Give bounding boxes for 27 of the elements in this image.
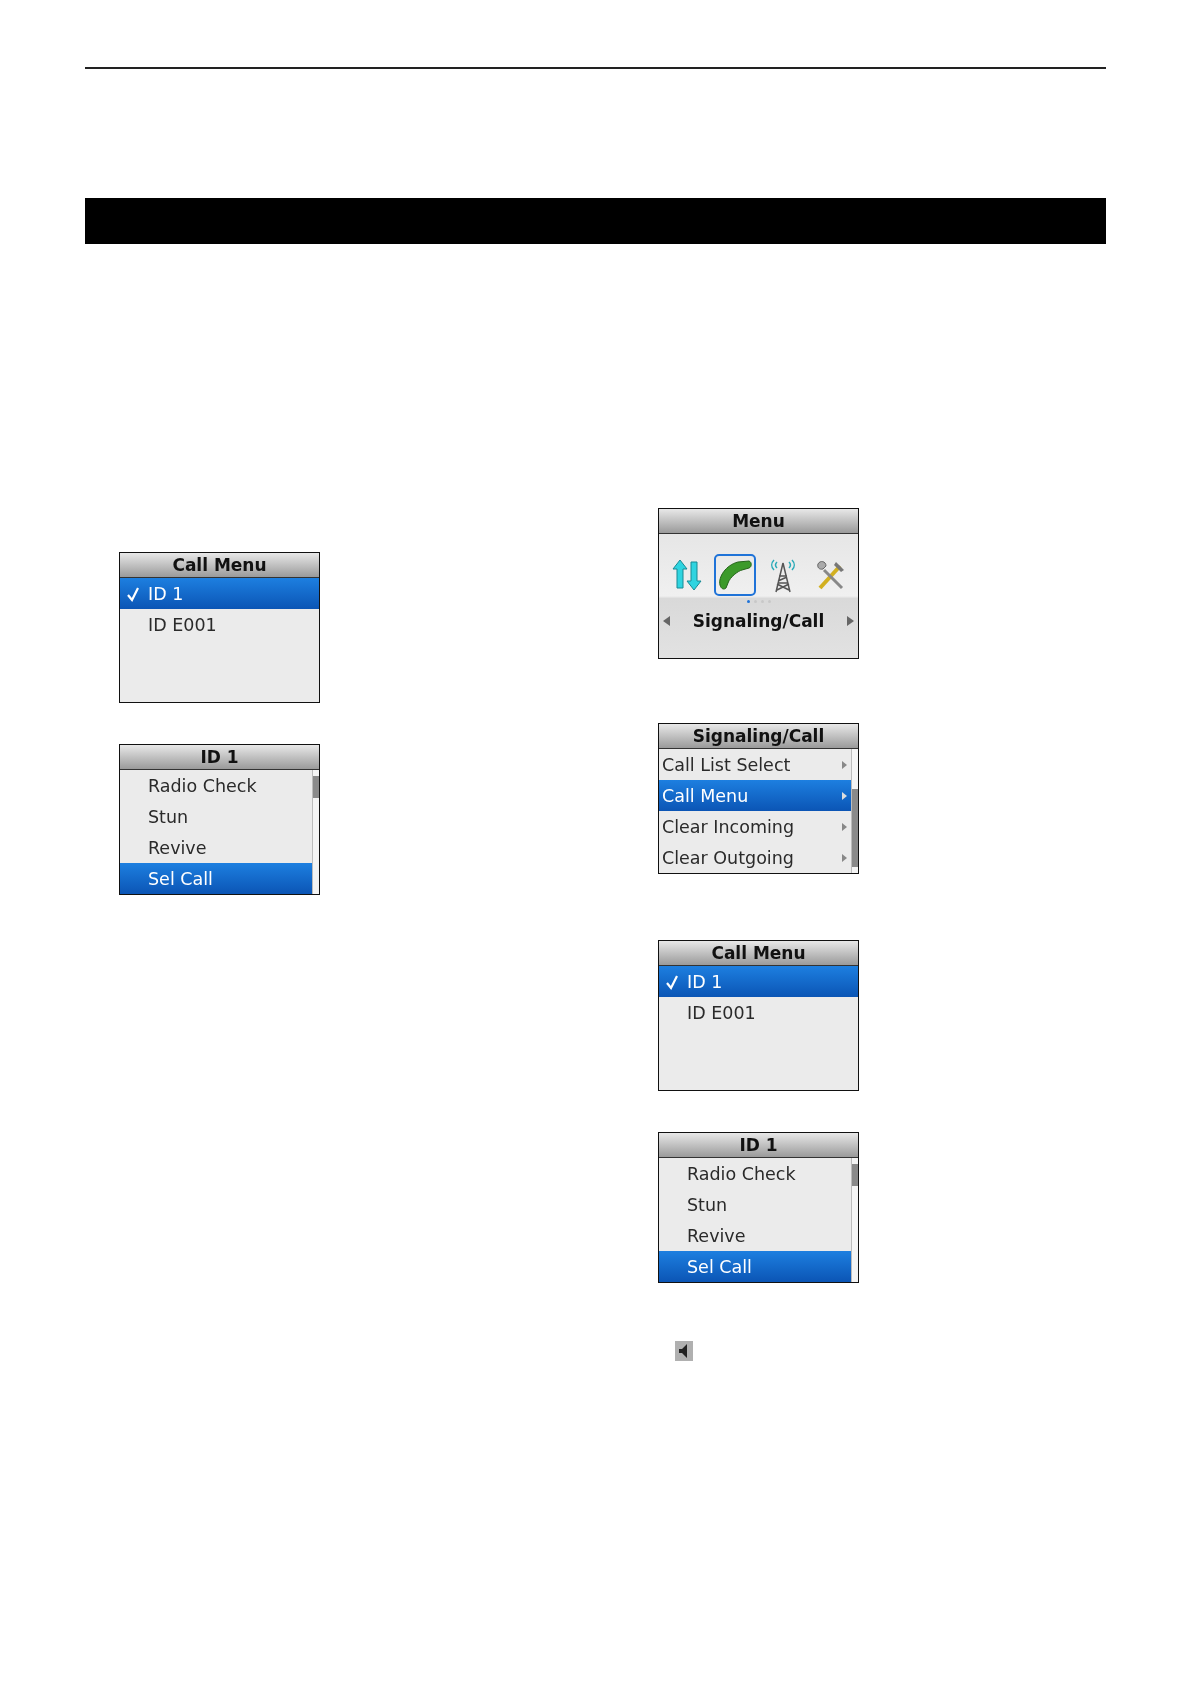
scrollbar[interactable] (312, 770, 319, 894)
menu-item[interactable]: Sel Call (659, 1251, 851, 1282)
screen-title: ID 1 (120, 745, 319, 770)
menu-item[interactable]: Sel Call (120, 863, 312, 894)
right-arrow-icon[interactable] (847, 616, 854, 626)
menu-item[interactable]: ID 1 (120, 578, 319, 609)
screen-title: Signaling/Call (659, 724, 858, 749)
screen-title: Call Menu (120, 553, 319, 578)
scrollbar[interactable] (851, 749, 858, 873)
menu-item[interactable]: Stun (120, 801, 312, 832)
menu-item[interactable]: Radio Check (659, 1158, 851, 1189)
scrollbar[interactable] (851, 1158, 858, 1282)
menu-item[interactable]: Revive (659, 1220, 851, 1251)
menu-icon-tile[interactable] (713, 554, 756, 596)
screen-title: Menu (659, 509, 858, 534)
menu-item[interactable]: ID E001 (120, 609, 319, 640)
menu-item[interactable]: ID E001 (659, 997, 858, 1028)
menu-item[interactable]: Revive (120, 832, 312, 863)
menu-item[interactable]: Radio Check (120, 770, 312, 801)
menu-label: Signaling/Call (692, 611, 825, 631)
screen-title: ID 1 (659, 1133, 858, 1158)
menu-item[interactable]: ID 1 (659, 966, 858, 997)
menu-item[interactable]: Call Menu (659, 780, 851, 811)
menu-item[interactable]: Stun (659, 1189, 851, 1220)
updown-arrows-icon (671, 558, 702, 592)
screen-title: Call Menu (659, 941, 858, 966)
left-arrow-icon[interactable] (663, 616, 670, 626)
